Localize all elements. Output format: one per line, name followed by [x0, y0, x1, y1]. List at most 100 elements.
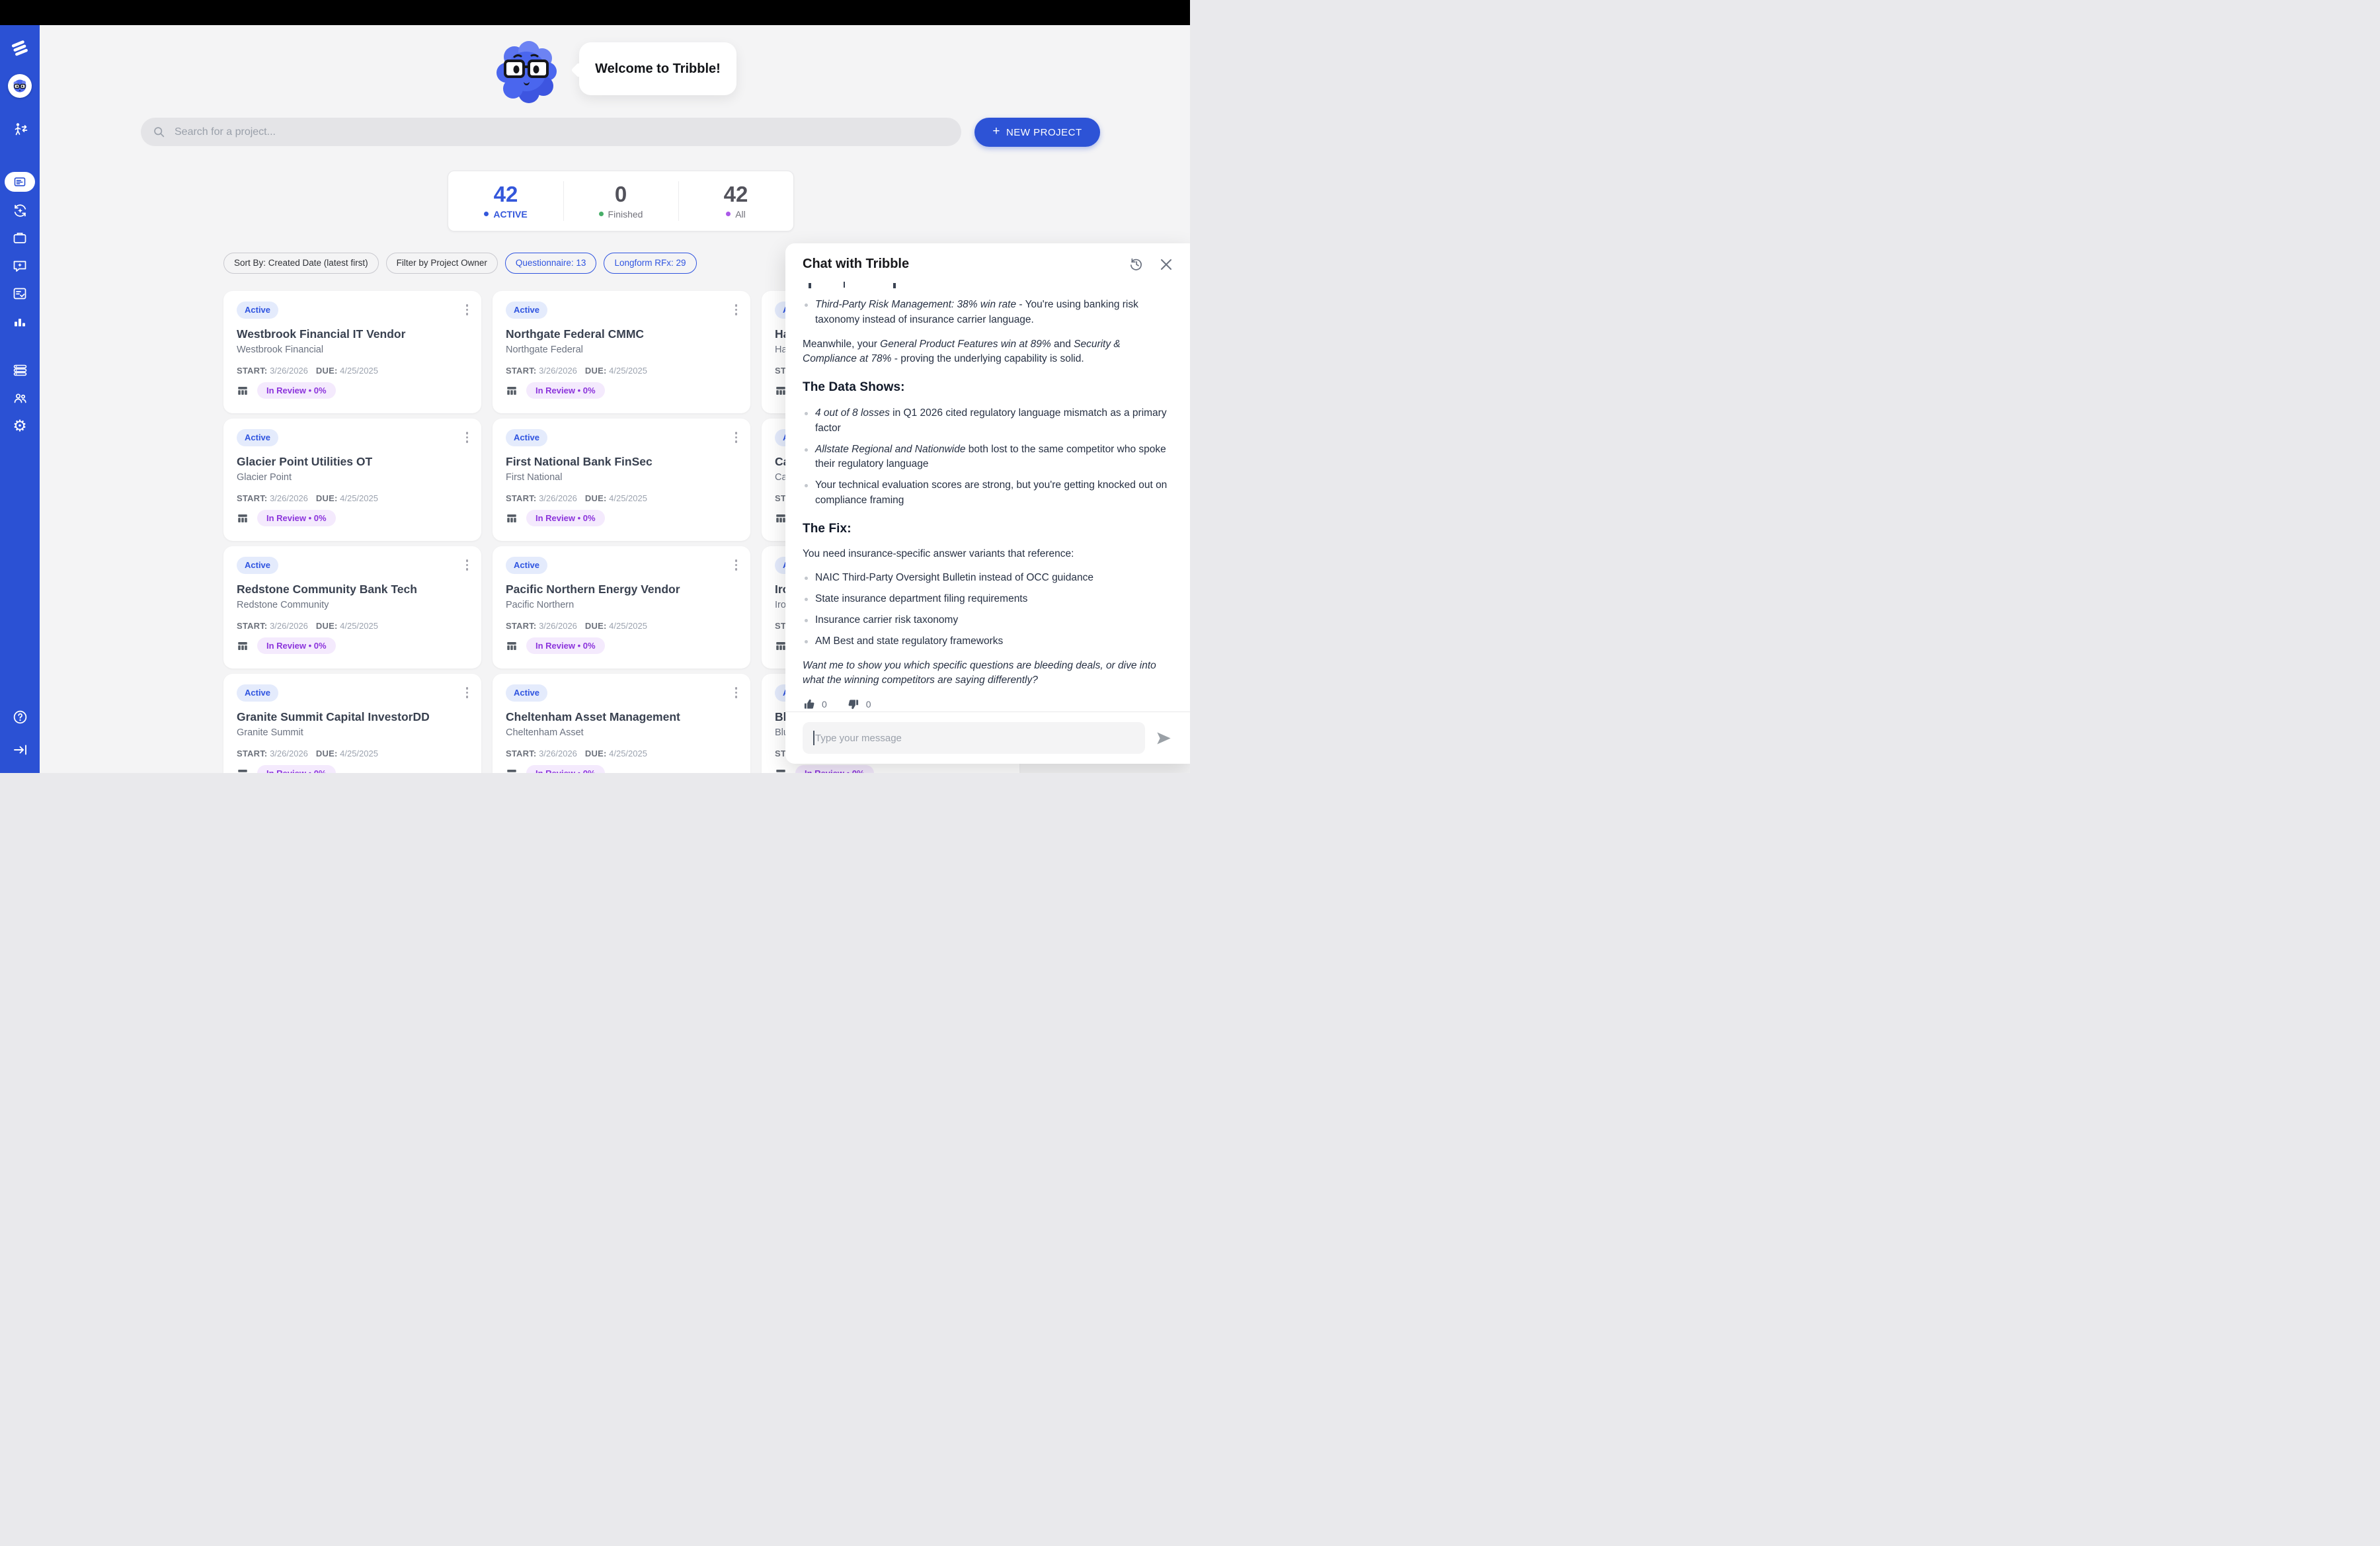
project-company: Redstone Community	[237, 600, 468, 610]
project-card[interactable]: ActivePacific Northern Energy VendorPaci…	[493, 546, 750, 669]
card-menu-button[interactable]	[734, 430, 739, 444]
card-menu-button[interactable]	[465, 430, 470, 444]
card-menu-button[interactable]	[734, 558, 739, 572]
start-label: START:	[237, 749, 267, 758]
project-card[interactable]: Active Northgate Federal CMMC Northgate Fe…	[493, 291, 750, 413]
status-badge: Active	[506, 302, 547, 319]
project-card[interactable]: ActiveGranite Summit Capital InvestorDDG…	[223, 674, 481, 773]
chat-history-button[interactable]	[1129, 257, 1144, 272]
stat-finished-value: 0	[615, 183, 627, 205]
due-label: DUE:	[316, 621, 338, 631]
status-badge: Active	[237, 302, 278, 319]
clipped-message-line	[803, 281, 1173, 288]
start-date: 3/26/2026	[270, 366, 308, 376]
start-date: 3/26/2026	[270, 749, 308, 758]
project-title: Cheltenham Asset Management	[506, 710, 737, 724]
start-label: START:	[237, 493, 267, 503]
project-dates: START: 3/26/2026DUE: 4/25/2025	[506, 621, 737, 631]
sidebar-item-checklist-icon[interactable]	[0, 286, 40, 302]
stat-finished-label: Finished	[608, 209, 643, 220]
new-project-button[interactable]: + NEW PROJECT	[974, 118, 1100, 147]
sidebar-item-queue-icon[interactable]	[0, 362, 40, 378]
due-date: 4/25/2025	[609, 621, 647, 631]
review-status-badge: In Review • 0%	[257, 382, 336, 399]
project-company: Northgate Federal	[506, 345, 737, 355]
project-dates: START: 3/26/2026DUE: 4/25/2025	[237, 493, 468, 503]
status-badge: Active	[237, 557, 278, 574]
sidebar-item-people-icon[interactable]	[0, 390, 40, 406]
card-menu-button[interactable]	[734, 303, 739, 317]
due-label: DUE:	[316, 366, 338, 376]
table-icon	[237, 512, 249, 524]
start-label: START:	[506, 621, 536, 631]
logout-icon[interactable]	[0, 742, 40, 758]
sidebar-item-projects-active[interactable]	[0, 172, 40, 192]
send-button[interactable]	[1155, 729, 1173, 747]
chat-messages[interactable]: Third-Party Risk Management: 38% win rat…	[785, 278, 1190, 712]
chat-close-button[interactable]	[1160, 258, 1173, 271]
stat-finished[interactable]: 0 Finished	[563, 171, 678, 231]
status-badge: Active	[506, 429, 547, 446]
welcome-bubble: Welcome to Tribble!	[579, 42, 736, 95]
project-title: Northgate Federal CMMC	[506, 327, 737, 341]
due-date: 4/25/2025	[340, 366, 378, 376]
sidebar-item-analytics-icon[interactable]	[0, 314, 40, 330]
chat-paragraph: You need insurance-specific answer varia…	[803, 547, 1173, 562]
review-status-badge: In Review • 0%	[526, 637, 605, 654]
review-status-badge: In Review • 0%	[257, 637, 336, 654]
table-icon	[237, 768, 249, 774]
sidebar-item-handoff-icon[interactable]	[0, 122, 40, 138]
search-input[interactable]	[173, 126, 961, 139]
project-title: Redstone Community Bank Tech	[237, 583, 468, 596]
plus-icon: +	[992, 124, 1000, 139]
card-menu-button[interactable]	[734, 686, 739, 700]
project-card[interactable]: ActiveCheltenham Asset ManagementChelten…	[493, 674, 750, 773]
thumbs-up-icon	[803, 698, 816, 711]
project-card[interactable]: ActiveGlacier Point Utilities OTGlacier …	[223, 419, 481, 541]
due-label: DUE:	[316, 749, 338, 758]
help-icon[interactable]	[0, 709, 40, 725]
project-stats-card: 42 ACTIVE 0 Finished 42 All	[448, 171, 794, 231]
search-bar[interactable]	[141, 118, 961, 146]
sidebar-item-sync-icon[interactable]	[0, 202, 40, 219]
review-status-badge: In Review • 0%	[526, 765, 605, 773]
chat-bullet: NAIC Third-Party Oversight Bulletin inst…	[803, 571, 1173, 586]
review-status-badge: In Review • 0%	[257, 510, 336, 526]
project-company: Granite Summit	[237, 727, 468, 738]
stat-active[interactable]: 42 ACTIVE	[448, 171, 563, 231]
project-card[interactable]: ActiveWestbrook Financial IT VendorWestb…	[223, 291, 481, 413]
sort-by-chip[interactable]: Sort By: Created Date (latest first)	[223, 253, 379, 274]
longform-rfx-chip[interactable]: Longform RFx: 29	[604, 253, 696, 274]
card-menu-button[interactable]	[465, 303, 470, 317]
project-dates: START: 3/26/2026DUE: 4/25/2025	[506, 366, 737, 376]
card-menu-button[interactable]	[465, 558, 470, 572]
project-title: Granite Summit Capital InvestorDD	[237, 710, 468, 724]
project-card[interactable]: ActiveFirst National Bank FinSecFirst Na…	[493, 419, 750, 541]
sidebar-item-settings-icon[interactable]: ⚙	[0, 418, 40, 434]
review-status-badge: In Review • 0%	[795, 765, 874, 773]
sidebar-item-archive-icon[interactable]	[0, 230, 40, 246]
card-menu-button[interactable]	[465, 686, 470, 700]
start-label: START:	[506, 749, 536, 758]
thumbs-up-button[interactable]: 0	[803, 698, 827, 712]
history-icon	[1129, 257, 1144, 272]
project-card[interactable]: Active Redstone Community Bank Tech Redsto…	[223, 546, 481, 669]
stat-all[interactable]: 42 All	[678, 171, 793, 231]
chat-message-input[interactable]	[803, 722, 1145, 754]
mascot-avatar-icon[interactable]	[0, 74, 40, 98]
table-icon	[506, 512, 518, 524]
project-dates: START: 3/26/2026DUE: 4/25/2025	[237, 621, 468, 631]
thumbs-down-button[interactable]: 0	[847, 698, 871, 712]
start-date: 3/26/2026	[539, 749, 577, 758]
sidebar-item-chat-icon[interactable]	[0, 258, 40, 274]
send-icon	[1155, 729, 1173, 747]
start-date: 3/26/2026	[270, 493, 308, 503]
table-icon	[237, 640, 249, 652]
questionnaire-chip[interactable]: Questionnaire: 13	[505, 253, 597, 274]
finished-dot	[599, 212, 604, 216]
start-label: START:	[237, 621, 267, 631]
message-box[interactable]	[803, 722, 1145, 754]
chat-bullet: Allstate Regional and Nationwide both lo…	[803, 442, 1173, 473]
filter-owner-chip[interactable]: Filter by Project Owner	[386, 253, 498, 274]
close-icon	[1160, 258, 1173, 271]
